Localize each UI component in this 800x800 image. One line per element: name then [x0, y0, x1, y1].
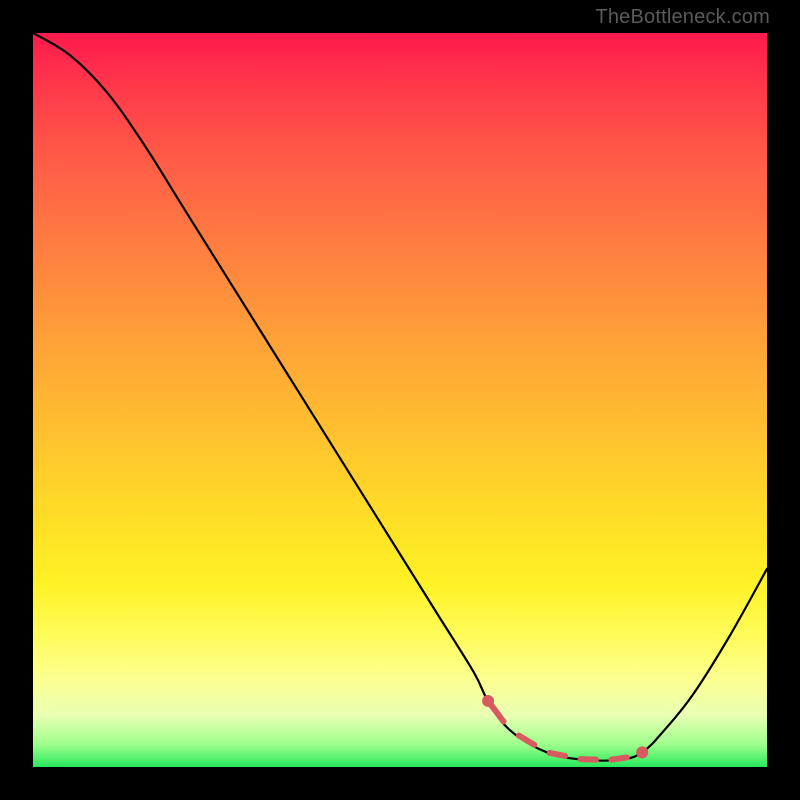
highlight-dash: [581, 759, 596, 760]
highlight-dash: [611, 757, 626, 759]
highlight-endpoint-right: [636, 746, 648, 758]
highlight-dash: [550, 753, 565, 756]
chart-plot-area: [33, 33, 767, 767]
attribution-text: TheBottleneck.com: [595, 6, 770, 29]
highlight-dash: [519, 736, 534, 745]
chart-svg: [33, 33, 767, 767]
highlight-endpoint-left: [482, 695, 494, 707]
bottleneck-curve-line: [33, 33, 767, 761]
